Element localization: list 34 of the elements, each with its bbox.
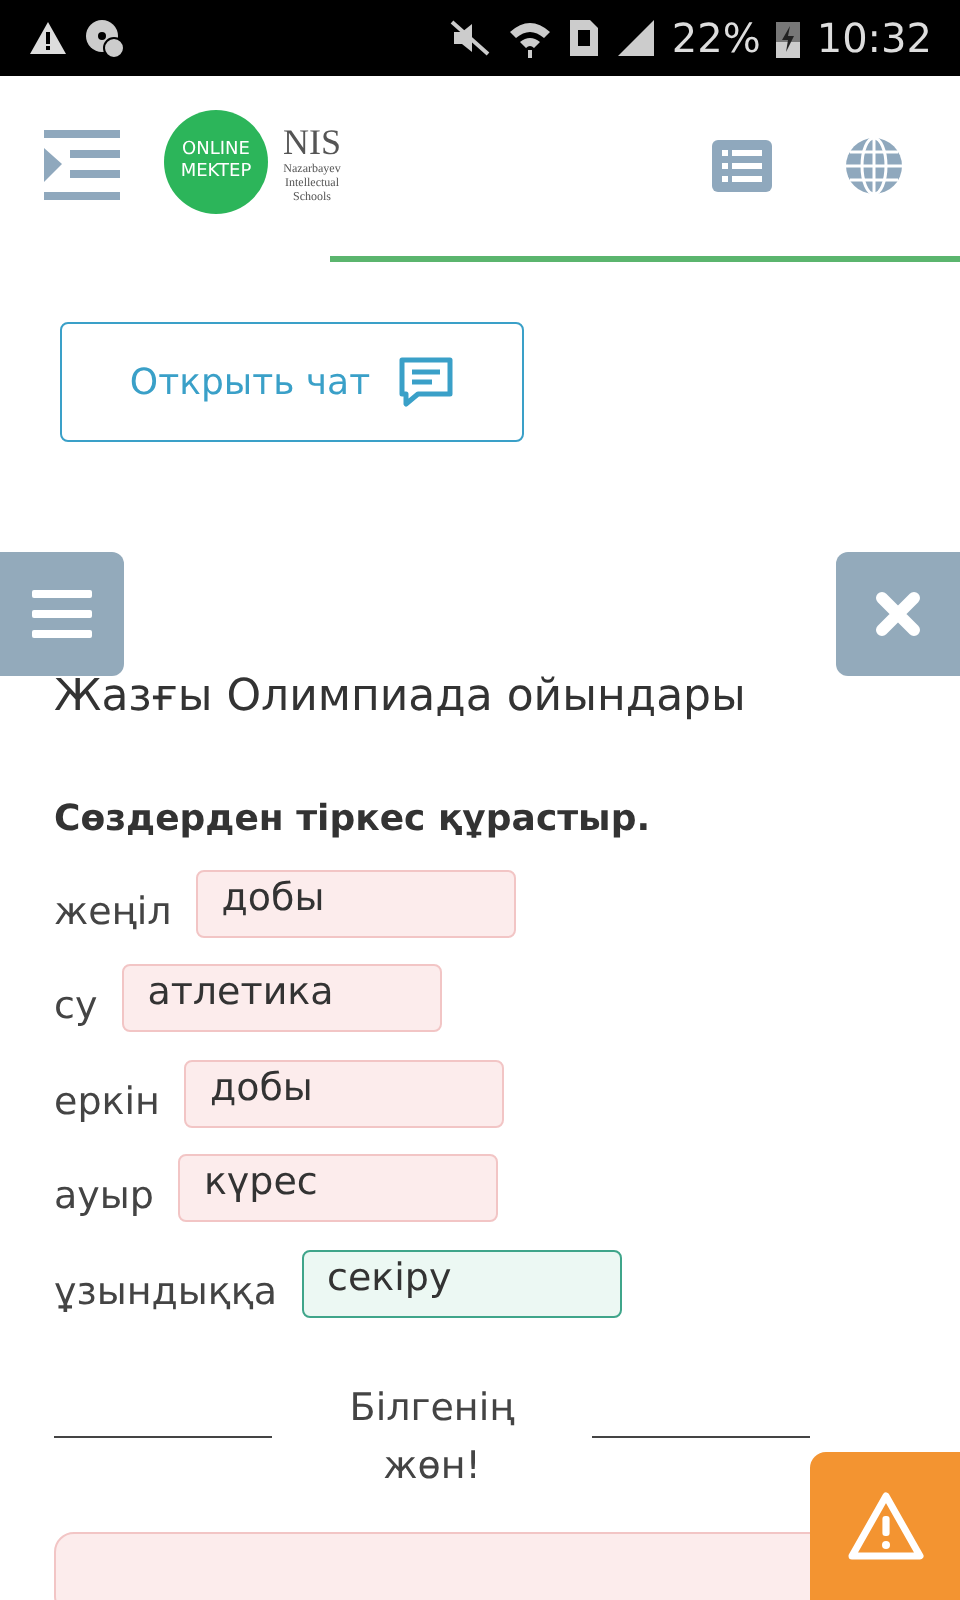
menu-icon xyxy=(32,590,92,638)
disc-icon xyxy=(84,18,124,58)
word-label: жеңіл xyxy=(54,889,172,934)
close-button[interactable] xyxy=(836,552,960,676)
chat-icon xyxy=(398,356,455,408)
warning-icon xyxy=(845,1490,925,1562)
menu-icon[interactable] xyxy=(44,130,120,202)
sim-icon xyxy=(567,18,600,58)
warning-icon xyxy=(28,20,68,56)
answer-field[interactable]: күрес xyxy=(177,1154,498,1223)
clock: 10:32 xyxy=(816,14,932,62)
word-label: еркін xyxy=(54,1079,160,1124)
word-label: ұзындыққа xyxy=(54,1269,278,1314)
globe-icon[interactable] xyxy=(844,136,904,196)
word-label: ауыр xyxy=(54,1174,154,1219)
signal-icon xyxy=(615,18,656,58)
task-instruction: Сөздерден тіркес құрастыр. xyxy=(54,798,653,840)
mute-icon xyxy=(447,18,492,58)
word-label: су xyxy=(54,984,98,1029)
battery-percent: 22% xyxy=(671,14,761,62)
close-icon xyxy=(874,590,922,638)
answer-field[interactable]: секіру xyxy=(301,1249,622,1318)
feedback-text: Білгенің жөн! xyxy=(347,1383,517,1491)
sidebar-toggle-button[interactable] xyxy=(0,552,124,676)
answer-field[interactable]: добы xyxy=(183,1059,504,1128)
partner-logo: NIS xyxy=(282,122,341,163)
report-button[interactable] xyxy=(810,1452,960,1600)
list-icon[interactable] xyxy=(712,140,772,192)
wifi-icon xyxy=(507,18,552,58)
answer-field[interactable]: добы xyxy=(195,869,516,938)
page-title: Жазғы Олимпиада ойындары xyxy=(54,672,748,722)
answer-field[interactable]: атлетика xyxy=(121,964,442,1033)
logo: ONLINE MEKTEP xyxy=(164,110,268,214)
battery-icon xyxy=(776,18,801,58)
